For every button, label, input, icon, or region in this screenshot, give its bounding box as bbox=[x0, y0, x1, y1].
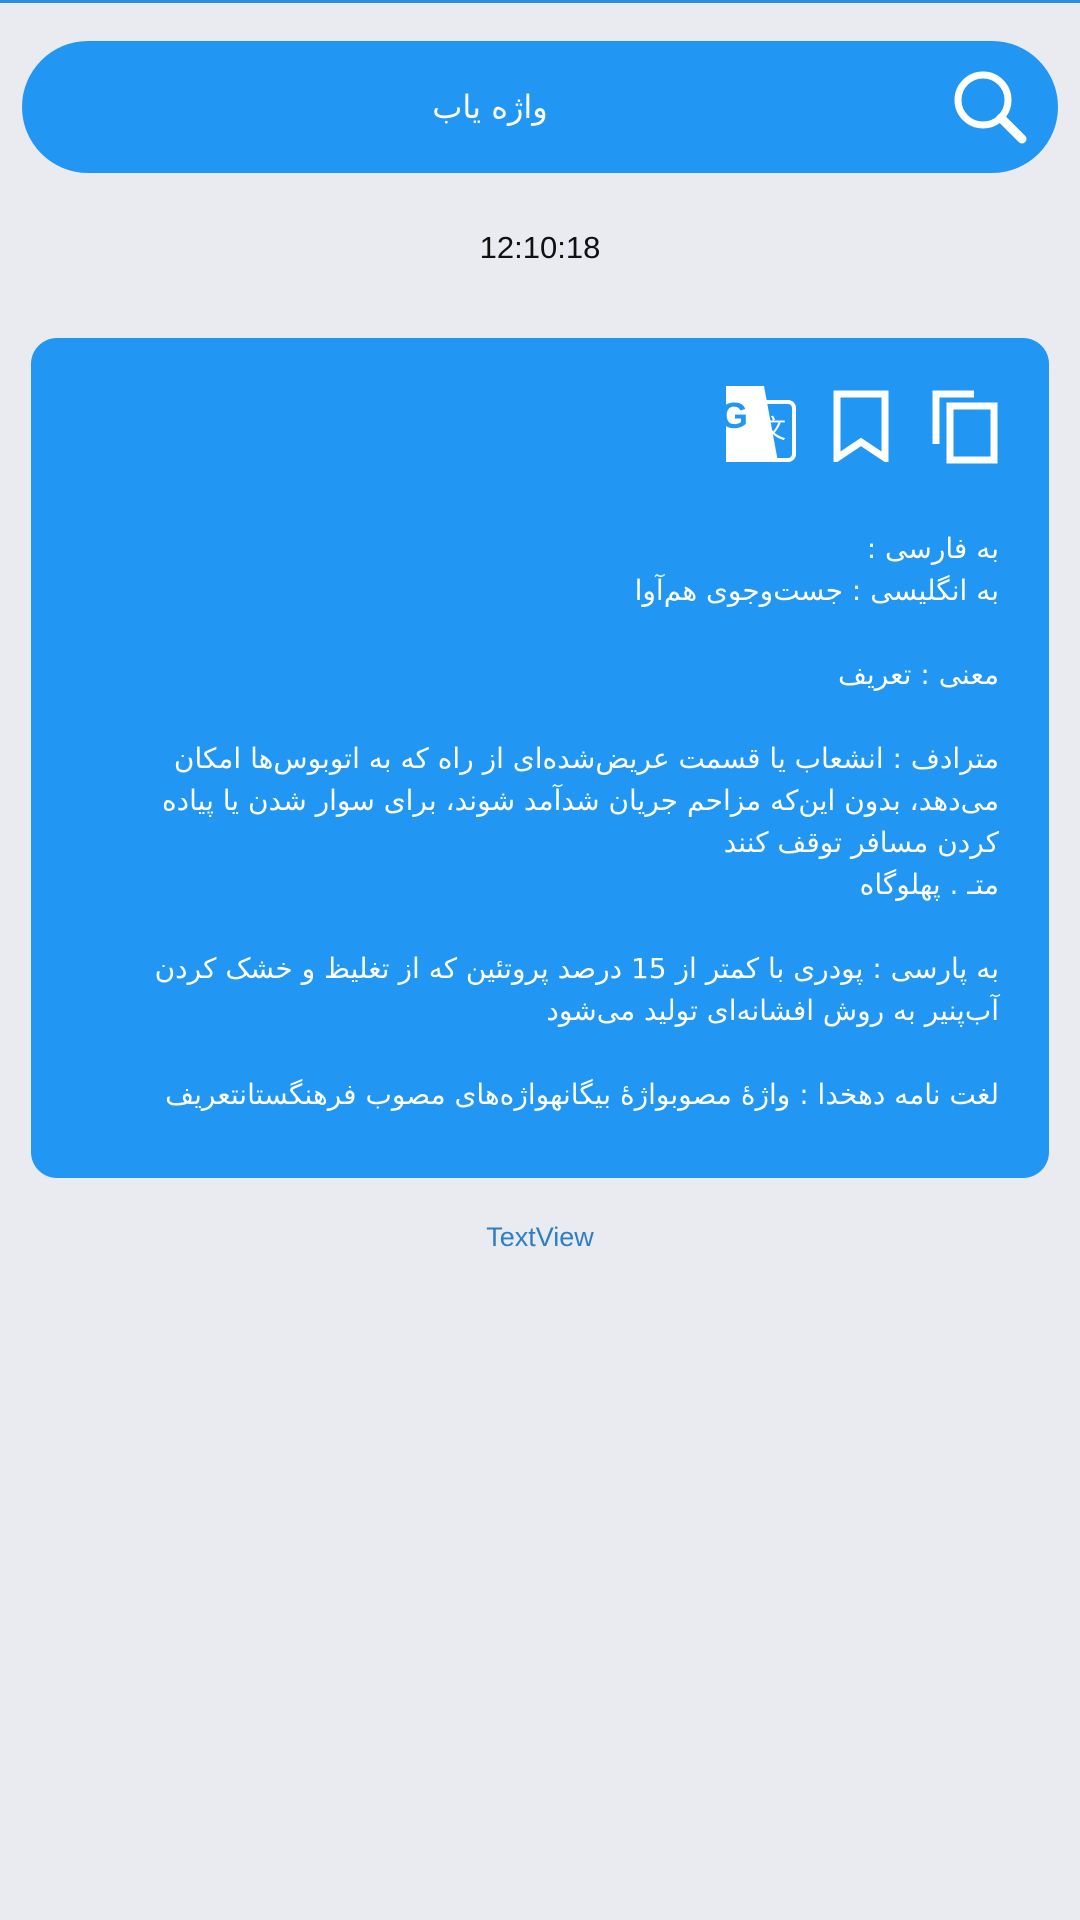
translate-icon[interactable]: G 文 bbox=[718, 384, 796, 464]
search-placeholder[interactable]: واژه یاب bbox=[22, 41, 958, 173]
search-bar[interactable]: واژه یاب bbox=[22, 41, 1058, 173]
copy-icon[interactable] bbox=[932, 388, 998, 464]
bookmark-icon[interactable] bbox=[832, 390, 890, 462]
svg-text:文: 文 bbox=[760, 415, 786, 445]
english-line: به انگلیسی : جست‌وجوی هم‌آوا bbox=[634, 574, 999, 607]
status-divider bbox=[0, 0, 1080, 3]
synonym-line-3: کردن مسافر توقف کنند bbox=[723, 826, 999, 859]
dehkhoda-line: لغت نامه دهخدا : واژهٔ مصوبواژهٔ بیگانهو… bbox=[165, 1078, 999, 1111]
synonym-line-1: مترادف : انشعاب یا قسمت عریض‌شده‌ای از ر… bbox=[173, 742, 999, 775]
search-icon[interactable] bbox=[950, 67, 1030, 147]
farsi-line: به فارسی : bbox=[866, 532, 999, 565]
svg-text:G: G bbox=[720, 395, 748, 436]
definition-text: به فارسی : به انگلیسی : جست‌وجوی هم‌آوا … bbox=[81, 528, 999, 1116]
parsi-line-2: آب‌پنیر به روش افشانه‌ای تولید می‌شود bbox=[546, 994, 999, 1027]
result-card: G 文 به فارسی : به انگلیسی : جست‌وجوی هم‌… bbox=[31, 338, 1049, 1178]
clock-time: 12:10:18 bbox=[479, 230, 601, 265]
parsi-line-1: به پارسی : پودری با کمتر از 15 درصد پروت… bbox=[154, 952, 999, 985]
meaning-line: معنی : تعریف bbox=[837, 658, 999, 691]
footer-textview: TextView bbox=[486, 1222, 594, 1252]
synonym-line-2: می‌دهد، بدون این‌که مزاحم جریان شدآمد شو… bbox=[161, 784, 999, 817]
synonym-line-4: متـ . پهلوگاه bbox=[859, 868, 999, 901]
